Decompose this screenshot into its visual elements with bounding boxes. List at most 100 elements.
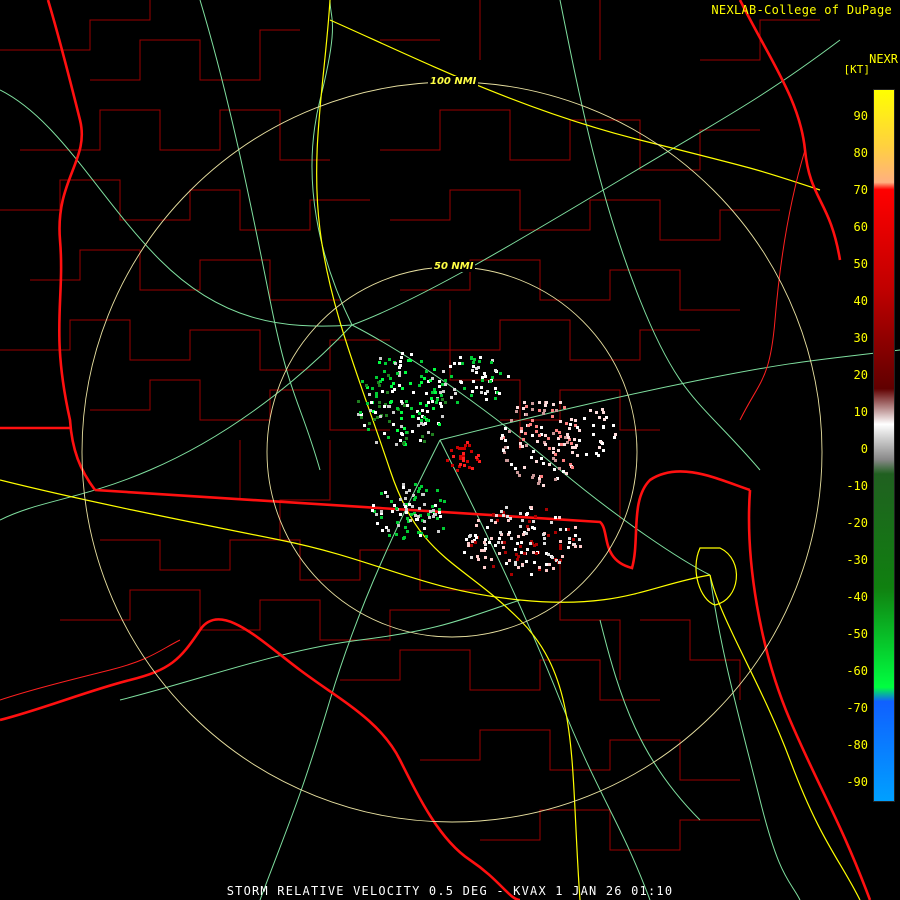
radar-return-pixel xyxy=(470,394,473,397)
radar-return-pixel xyxy=(467,544,470,547)
radar-return-pixel xyxy=(458,447,461,450)
radar-return-pixel xyxy=(545,401,548,404)
radar-return-pixel xyxy=(400,400,403,403)
radar-return-pixel xyxy=(480,549,483,552)
radar-return-pixel xyxy=(560,443,563,446)
radar-return-pixel xyxy=(535,552,538,555)
radar-return-pixel xyxy=(402,486,405,489)
radar-return-pixel xyxy=(519,545,522,548)
radar-return-pixel xyxy=(510,537,513,540)
product-label: NEXR xyxy=(869,52,898,66)
radar-return-pixel xyxy=(485,398,488,401)
radar-return-pixel xyxy=(395,443,398,446)
radar-return-pixel xyxy=(375,376,378,379)
radar-return-pixel xyxy=(380,492,383,495)
radar-return-pixel xyxy=(471,540,474,543)
radar-return-pixel xyxy=(507,375,510,378)
radar-return-pixel xyxy=(438,385,441,388)
radar-return-pixel xyxy=(386,495,389,498)
radar-return-pixel xyxy=(379,415,382,418)
radar-return-pixel xyxy=(557,449,560,452)
radar-return-pixel xyxy=(432,509,435,512)
radar-return-pixel xyxy=(579,545,582,548)
radar-return-pixel xyxy=(479,356,482,359)
radar-return-pixel xyxy=(475,386,478,389)
radar-return-pixel xyxy=(400,425,403,428)
scale-tick: 10 xyxy=(853,405,868,419)
radar-return-pixel xyxy=(419,402,422,405)
radar-return-pixel xyxy=(517,566,520,569)
radar-return-pixel xyxy=(379,357,382,360)
radar-return-pixel xyxy=(558,431,561,434)
radar-return-pixel xyxy=(499,372,502,375)
radar-return-pixel xyxy=(495,514,498,517)
radar-return-pixel xyxy=(409,519,412,522)
radar-return-pixel xyxy=(399,439,402,442)
radar-return-pixel xyxy=(396,372,399,375)
radar-return-pixel xyxy=(514,548,517,551)
radar-return-pixel xyxy=(475,371,478,374)
radar-return-pixel xyxy=(406,530,409,533)
radar-return-pixel xyxy=(574,545,577,548)
radar-return-pixel xyxy=(494,544,497,547)
scale-tick: -80 xyxy=(846,738,868,752)
radar-return-pixel xyxy=(516,542,519,545)
radar-return-pixel xyxy=(395,507,398,510)
radar-return-pixel xyxy=(532,474,535,477)
radar-return-pixel xyxy=(523,552,526,555)
radar-return-pixel xyxy=(601,442,604,445)
radar-return-pixel xyxy=(454,392,457,395)
radar-return-pixel xyxy=(478,360,481,363)
radar-return-pixel xyxy=(425,392,428,395)
radar-return-pixel xyxy=(456,401,459,404)
radar-return-pixel xyxy=(404,371,407,374)
radar-return-pixel xyxy=(459,463,462,466)
radar-return-pixel xyxy=(396,429,399,432)
radar-return-pixel xyxy=(559,420,562,423)
radar-return-pixel xyxy=(453,388,456,391)
radar-return-pixel xyxy=(384,491,387,494)
radar-return-pixel xyxy=(530,573,533,576)
radar-return-pixel xyxy=(431,400,434,403)
radar-return-pixel xyxy=(564,436,567,439)
radar-return-pixel xyxy=(595,411,598,414)
radar-return-pixel xyxy=(490,537,493,540)
radar-return-pixel xyxy=(388,420,391,423)
radar-return-pixel xyxy=(441,383,444,386)
radar-return-pixel xyxy=(578,439,581,442)
radar-return-pixel xyxy=(515,410,518,413)
radar-return-pixel xyxy=(368,393,371,396)
radar-return-pixel xyxy=(392,423,395,426)
radar-return-pixel xyxy=(442,390,445,393)
radar-return-pixel xyxy=(391,390,394,393)
radar-return-pixel xyxy=(481,379,484,382)
radar-return-pixel xyxy=(532,551,535,554)
scale-tick: 70 xyxy=(853,183,868,197)
radar-return-pixel xyxy=(491,376,494,379)
radar-return-pixel xyxy=(583,417,586,420)
radar-return-pixel xyxy=(402,537,405,540)
radar-return-pixel xyxy=(484,547,487,550)
radar-return-pixel xyxy=(507,519,510,522)
velocity-color-scale xyxy=(873,89,895,802)
radar-return-pixel xyxy=(363,424,366,427)
radar-return-pixel xyxy=(531,419,534,422)
radar-return-pixel xyxy=(376,416,379,419)
radar-return-pixel xyxy=(504,427,507,430)
radar-return-pixel xyxy=(526,548,529,551)
radar-return-pixel xyxy=(375,395,378,398)
radar-return-pixel xyxy=(438,423,441,426)
radar-return-pixel xyxy=(480,391,483,394)
radar-return-pixel xyxy=(531,402,534,405)
radar-return-pixel xyxy=(400,411,403,414)
scale-tick: -70 xyxy=(846,701,868,715)
radar-return-pixel xyxy=(368,422,371,425)
radar-return-pixel xyxy=(559,528,562,531)
radar-return-pixel xyxy=(417,515,420,518)
radar-return-pixel xyxy=(426,410,429,413)
radar-return-pixel xyxy=(508,559,511,562)
radar-return-pixel xyxy=(520,430,523,433)
radar-return-pixel xyxy=(595,452,598,455)
scale-tick: 50 xyxy=(853,257,868,271)
radar-return-pixel xyxy=(523,466,526,469)
